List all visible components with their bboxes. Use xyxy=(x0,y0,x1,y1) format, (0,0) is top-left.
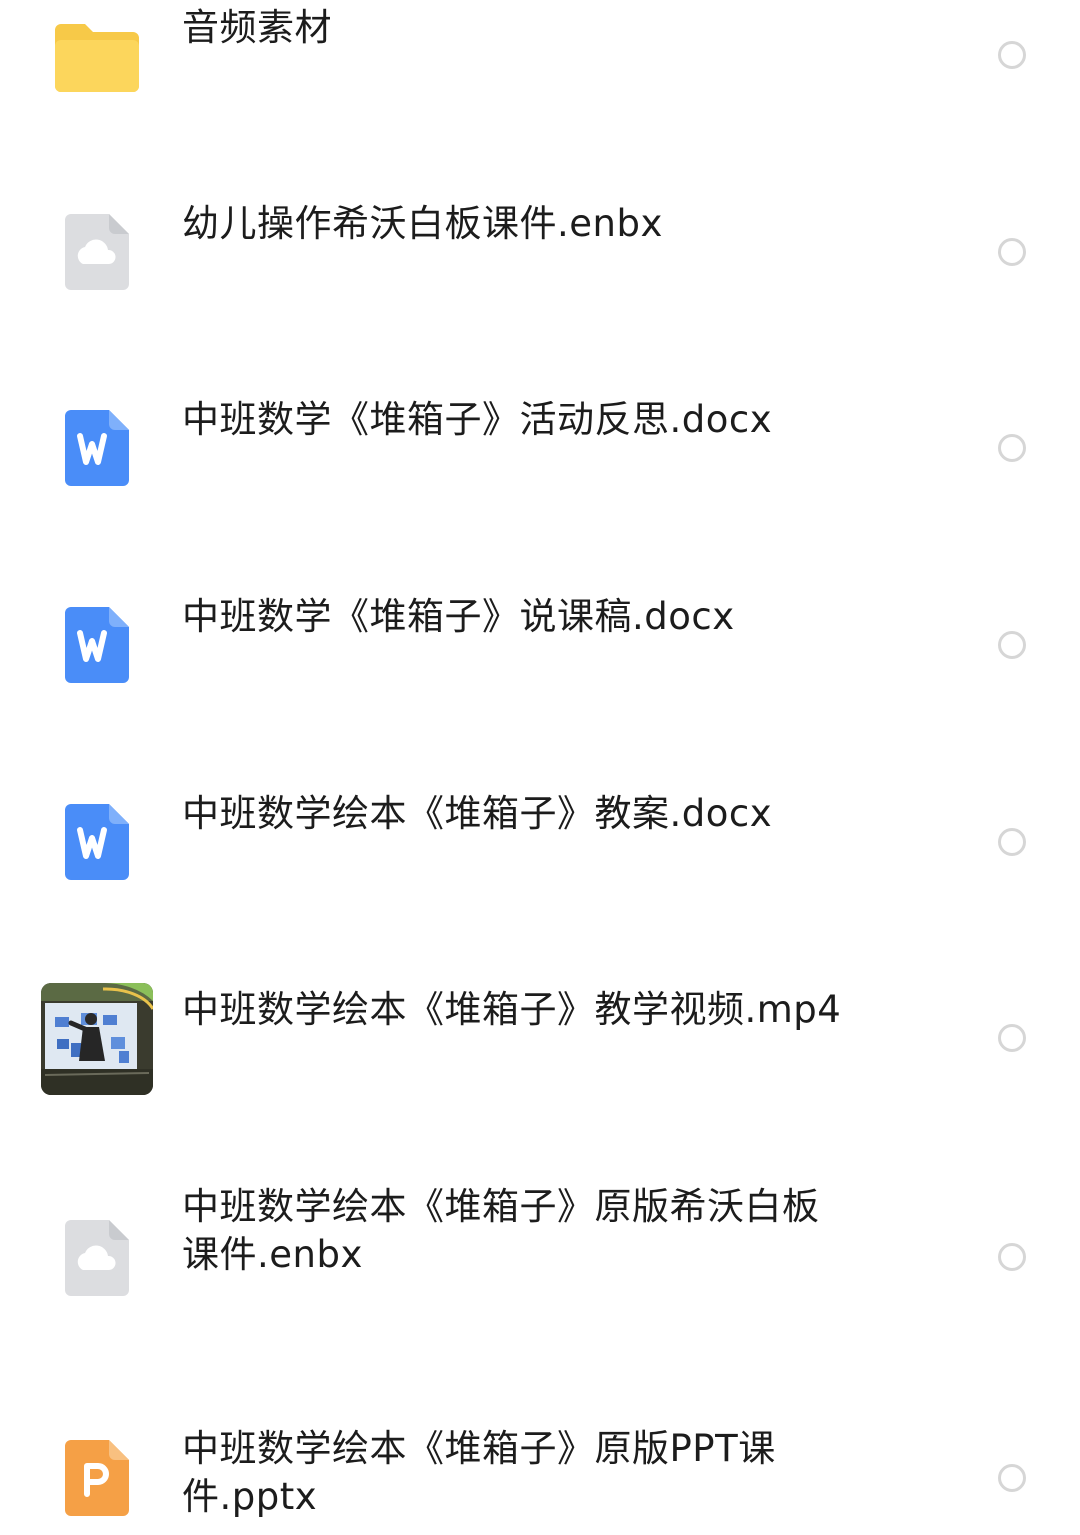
list-item[interactable]: 中班数学绘本《堆箱子》教案.docx xyxy=(0,780,1080,910)
list-item[interactable]: 音频素材 xyxy=(0,0,1080,120)
file-name: 幼儿操作希沃白板课件.enbx xyxy=(182,202,663,245)
select-circle[interactable] xyxy=(998,1464,1026,1492)
file-name: 中班数学《堆箱子》说课稿.docx xyxy=(182,595,735,638)
ppt-file-icon xyxy=(65,1440,129,1516)
cloud-file-icon xyxy=(65,1220,129,1296)
select-circle[interactable] xyxy=(998,828,1026,856)
select-circle[interactable] xyxy=(998,631,1026,659)
video-thumbnail xyxy=(41,983,153,1095)
file-name: 中班数学绘本《堆箱子》教案.docx xyxy=(182,792,773,835)
word-doc-icon xyxy=(65,607,129,683)
list-item[interactable]: 中班数学《堆箱子》说课稿.docx xyxy=(0,583,1080,713)
list-item[interactable]: 中班数学绘本《堆箱子》原版希沃白板 课件.enbx xyxy=(0,1173,1080,1333)
file-name: 音频素材 xyxy=(182,6,332,49)
cloud-file-icon xyxy=(65,214,129,290)
file-name: 中班数学《堆箱子》活动反思.docx xyxy=(182,398,773,441)
select-circle[interactable] xyxy=(998,434,1026,462)
folder-icon xyxy=(55,18,139,92)
file-list: 音频素材 幼儿操作希沃白板课件.enbx 中班数学《堆箱子》活动反思.docx xyxy=(0,0,1080,1535)
word-doc-icon xyxy=(65,410,129,486)
file-name: 中班数学绘本《堆箱子》原版希沃白板 课件.enbx xyxy=(182,1185,820,1276)
list-item[interactable]: 中班数学《堆箱子》活动反思.docx xyxy=(0,386,1080,516)
list-item[interactable]: 幼儿操作希沃白板课件.enbx xyxy=(0,190,1080,320)
list-item[interactable]: 中班数学绘本《堆箱子》原版PPT课件.pptx xyxy=(0,1415,1080,1535)
select-circle[interactable] xyxy=(998,1024,1026,1052)
select-circle[interactable] xyxy=(998,41,1026,69)
file-name: 中班数学绘本《堆箱子》原版PPT课件.pptx xyxy=(182,1427,776,1518)
file-name: 中班数学绘本《堆箱子》教学视频.mp4 xyxy=(182,988,842,1031)
list-item[interactable]: 中班数学绘本《堆箱子》教学视频.mp4 xyxy=(0,976,1080,1106)
select-circle[interactable] xyxy=(998,238,1026,266)
select-circle[interactable] xyxy=(998,1243,1026,1271)
word-doc-icon xyxy=(65,804,129,880)
